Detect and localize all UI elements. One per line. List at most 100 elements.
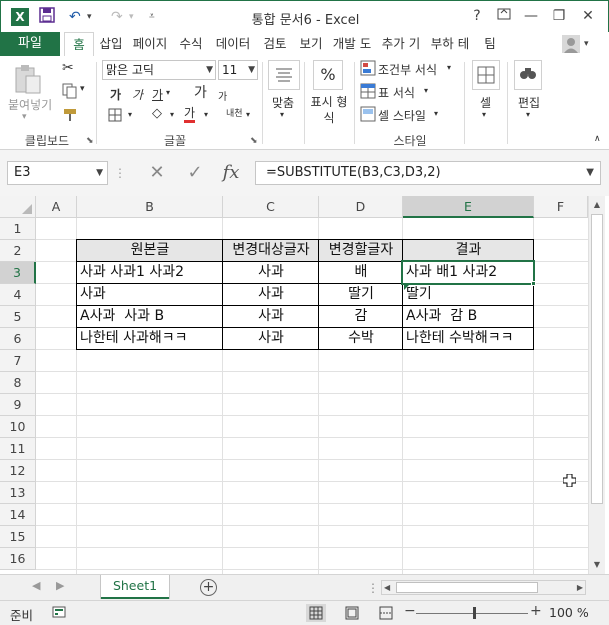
table-cell[interactable]: A사과 사과 B <box>77 306 223 328</box>
row-header-2[interactable]: 2 <box>0 240 36 262</box>
borders-icon[interactable] <box>108 108 122 125</box>
sheet-tab-sheet1[interactable]: Sheet1 <box>101 575 169 599</box>
editing-dropdown-icon[interactable]: ▾ <box>526 110 530 119</box>
row-header-13[interactable]: 13 <box>0 482 36 504</box>
table-format-icon[interactable] <box>360 83 376 102</box>
shrink-font-button[interactable]: 가 <box>218 88 227 103</box>
redo-icon[interactable]: ↷ <box>111 7 123 27</box>
table-cell[interactable]: 나한테 사과해ㅋㅋ <box>77 328 223 350</box>
copy-icon[interactable] <box>62 83 78 102</box>
enter-entry-button[interactable]: ✓ <box>178 161 212 185</box>
table-cell[interactable]: 사과 <box>77 284 223 306</box>
conditional-format-icon[interactable] <box>360 60 376 79</box>
column-header-b[interactable]: B <box>77 196 223 218</box>
table-cell[interactable]: 사과 사과1 사과2 <box>77 262 223 284</box>
worksheet-grid[interactable]: A B C D E F 1 2 3 4 5 6 7 8 9 10 11 12 1… <box>0 196 609 574</box>
help-button[interactable]: ? <box>466 5 488 27</box>
font-color-button[interactable]: 가 <box>184 106 196 123</box>
table-cell[interactable]: 배 <box>319 262 403 284</box>
row-header-16[interactable]: 16 <box>0 548 36 570</box>
tab-split-handle-icon[interactable]: ⋮ <box>367 581 379 595</box>
scroll-right-icon[interactable]: ▶ <box>577 581 583 594</box>
row-header-4[interactable]: 4 <box>0 284 36 306</box>
formula-input[interactable]: =SUBSTITUTE(B3,C3,D3,2) ▼ <box>255 161 601 185</box>
ribbon-display-icon[interactable] <box>493 5 515 27</box>
table-header-cell[interactable]: 변경할글자 <box>319 240 403 262</box>
page-break-view-icon[interactable] <box>378 605 394 624</box>
zoom-slider[interactable] <box>416 613 528 614</box>
row-header-3[interactable]: 3 <box>0 262 36 284</box>
scroll-left-icon[interactable]: ◀ <box>384 581 390 594</box>
tab-data[interactable]: 데이터 <box>211 32 255 56</box>
tab-insert[interactable]: 삽입 <box>95 32 127 56</box>
copy-dropdown-icon[interactable]: ▾ <box>80 84 85 94</box>
font-launcher-icon[interactable]: ⬊ <box>250 136 258 146</box>
undo-dropdown-icon[interactable]: ▾ <box>87 7 92 27</box>
row-header-1[interactable]: 1 <box>0 218 36 240</box>
underline-dropdown-icon[interactable]: ▾ <box>166 88 170 97</box>
save-icon[interactable] <box>39 7 55 27</box>
alignment-button[interactable]: 맞춤 <box>272 94 294 111</box>
cancel-entry-button[interactable]: ✕ <box>140 161 174 185</box>
scroll-up-icon[interactable]: ▲ <box>589 198 605 212</box>
customize-qat-icon[interactable]: ⩡ <box>149 7 155 27</box>
tab-team[interactable]: 팀 <box>477 32 503 56</box>
scroll-down-icon[interactable]: ▼ <box>589 558 605 572</box>
tab-page-layout[interactable]: 페이지 <box>128 32 172 56</box>
undo-icon[interactable]: ↶ <box>69 7 81 27</box>
cells-button[interactable]: 셀 <box>480 94 491 111</box>
table-cell[interactable]: 나한테 수박해ㅋㅋ <box>403 328 534 350</box>
paste-dropdown-icon[interactable]: ▾ <box>22 112 27 122</box>
fill-color-dropdown-icon[interactable]: ▾ <box>170 110 174 119</box>
editing-button[interactable]: 편집 <box>518 94 540 111</box>
tab-load-test[interactable]: 부하 테 <box>427 32 473 56</box>
table-header-cell[interactable]: 원본글 <box>77 240 223 262</box>
column-header-f[interactable]: F <box>534 196 588 218</box>
cut-icon[interactable]: ✂ <box>62 60 74 76</box>
table-cell[interactable]: A사과 감 B <box>403 306 534 328</box>
tab-home[interactable]: 홈 <box>64 32 94 56</box>
fill-handle[interactable] <box>531 281 536 286</box>
tab-view[interactable]: 보기 <box>295 32 327 56</box>
bold-button[interactable]: 가 <box>110 86 121 103</box>
conditional-format-button[interactable]: 조건부 서식 <box>378 61 437 78</box>
vertical-scrollbar[interactable]: ▲ ▼ <box>588 196 605 574</box>
row-header-12[interactable]: 12 <box>0 460 36 482</box>
table-cell[interactable]: 사과 <box>223 284 319 306</box>
insert-function-button[interactable]: fx <box>214 161 248 185</box>
table-format-dropdown-icon[interactable]: ▾ <box>424 86 428 95</box>
tab-review[interactable]: 검토 <box>259 32 291 56</box>
tab-formulas[interactable]: 수식 <box>175 32 207 56</box>
table-format-button[interactable]: 표 서식 <box>378 84 415 101</box>
borders-dropdown-icon[interactable]: ▾ <box>128 110 132 119</box>
italic-button[interactable]: 가 <box>132 86 143 103</box>
redo-dropdown-icon[interactable]: ▾ <box>129 7 134 27</box>
grow-font-button[interactable]: 가 <box>194 82 207 102</box>
cell-styles-icon[interactable] <box>360 106 376 125</box>
column-header-e[interactable]: E <box>403 196 534 218</box>
close-button[interactable]: ✕ <box>577 5 599 27</box>
horizontal-scroll-thumb[interactable] <box>396 582 538 593</box>
cells-dropdown-icon[interactable]: ▾ <box>482 110 486 119</box>
page-layout-view-icon[interactable] <box>344 605 360 624</box>
table-cell[interactable]: 사과 <box>223 306 319 328</box>
restore-button[interactable]: ❐ <box>548 5 570 27</box>
add-sheet-button[interactable]: + <box>200 579 217 596</box>
find-icon[interactable] <box>514 60 542 90</box>
row-header-8[interactable]: 8 <box>0 372 36 394</box>
row-header-10[interactable]: 10 <box>0 416 36 438</box>
row-header-7[interactable]: 7 <box>0 350 36 372</box>
table-cell[interactable]: 사과 <box>223 262 319 284</box>
fill-color-icon[interactable]: ◇ <box>152 106 162 121</box>
horizontal-scrollbar[interactable]: ◀ ▶ <box>381 580 586 595</box>
cell-styles-button[interactable]: 셀 스타일 <box>378 107 426 124</box>
account-dropdown-icon[interactable]: ▾ <box>584 32 589 56</box>
row-header-11[interactable]: 11 <box>0 438 36 460</box>
vertical-scroll-thumb[interactable] <box>591 214 603 504</box>
phonetic-button[interactable]: 내천 <box>226 106 243 119</box>
row-header-15[interactable]: 15 <box>0 526 36 548</box>
format-painter-icon[interactable] <box>62 107 78 126</box>
macro-record-icon[interactable] <box>52 605 66 622</box>
normal-view-icon[interactable] <box>306 604 326 622</box>
percent-icon[interactable]: % <box>313 60 343 90</box>
